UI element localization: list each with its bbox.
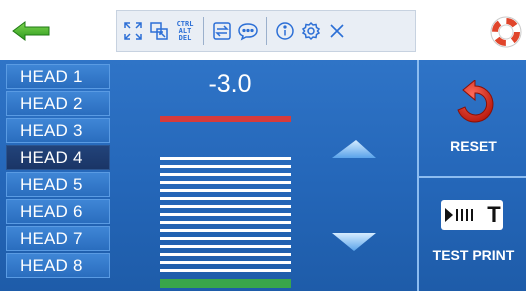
pattern-line bbox=[160, 229, 291, 232]
back-button[interactable] bbox=[0, 8, 62, 54]
head-item[interactable]: HEAD 1 bbox=[6, 64, 110, 89]
test-print-glyph: T bbox=[487, 202, 501, 227]
panel-divider bbox=[419, 176, 526, 178]
chat-icon[interactable] bbox=[236, 15, 260, 47]
ctrl-alt-del-icon[interactable]: CTRL ALT DEL bbox=[173, 15, 197, 47]
head-item[interactable]: HEAD 5 bbox=[6, 172, 110, 197]
head-item[interactable]: HEAD 6 bbox=[6, 199, 110, 224]
pattern-line bbox=[160, 181, 291, 184]
alignment-pattern bbox=[160, 157, 291, 291]
help-lifebuoy-icon[interactable] bbox=[488, 14, 524, 50]
switch-icon[interactable] bbox=[210, 15, 234, 47]
pattern-line bbox=[160, 165, 291, 168]
action-panel: RESET T TEST PRINT bbox=[417, 60, 526, 291]
pattern-line bbox=[160, 205, 291, 208]
pattern-line bbox=[160, 221, 291, 224]
head-list: HEAD 1 HEAD 2 HEAD 3 HEAD 4 HEAD 5 HEAD … bbox=[6, 64, 110, 280]
head-item[interactable]: HEAD 7 bbox=[6, 226, 110, 251]
reset-button[interactable]: RESET bbox=[419, 138, 526, 154]
green-marker-line bbox=[160, 279, 291, 288]
main-panel: HEAD 1 HEAD 2 HEAD 3 HEAD 4 HEAD 5 HEAD … bbox=[0, 60, 526, 291]
pattern-line bbox=[160, 197, 291, 200]
test-print-button[interactable]: TEST PRINT bbox=[419, 247, 526, 263]
pattern-line bbox=[160, 269, 291, 272]
pattern-line bbox=[160, 157, 291, 160]
head-item[interactable]: HEAD 2 bbox=[6, 91, 110, 116]
settings-icon[interactable] bbox=[299, 15, 323, 47]
up-arrow-icon[interactable] bbox=[330, 138, 378, 160]
head-item-selected[interactable]: HEAD 4 bbox=[6, 145, 110, 170]
reference-line bbox=[160, 116, 291, 122]
toolbar-separator bbox=[266, 17, 267, 45]
expand-icon[interactable] bbox=[121, 15, 145, 47]
info-icon[interactable] bbox=[273, 15, 297, 47]
pattern-line bbox=[160, 189, 291, 192]
test-print-icon[interactable]: T bbox=[441, 200, 503, 230]
pattern-line bbox=[160, 253, 291, 256]
back-arrow-icon bbox=[12, 21, 50, 41]
top-bar: CTRL ALT DEL bbox=[0, 0, 526, 60]
down-arrow-icon[interactable] bbox=[330, 231, 378, 253]
pattern-line bbox=[160, 237, 291, 240]
pattern-line bbox=[160, 245, 291, 248]
remote-toolbar: CTRL ALT DEL bbox=[116, 10, 416, 52]
close-icon[interactable] bbox=[325, 15, 349, 47]
head-item[interactable]: HEAD 3 bbox=[6, 118, 110, 143]
adjust-value: -3.0 bbox=[208, 70, 252, 98]
toolbar-separator bbox=[203, 17, 204, 45]
pattern-line bbox=[160, 261, 291, 264]
head-item[interactable]: HEAD 8 bbox=[6, 253, 110, 278]
reset-icon[interactable] bbox=[451, 80, 499, 128]
pattern-line bbox=[160, 213, 291, 216]
print-pattern-icon bbox=[445, 208, 474, 222]
pattern-line bbox=[160, 173, 291, 176]
fit-screen-icon[interactable] bbox=[147, 15, 171, 47]
